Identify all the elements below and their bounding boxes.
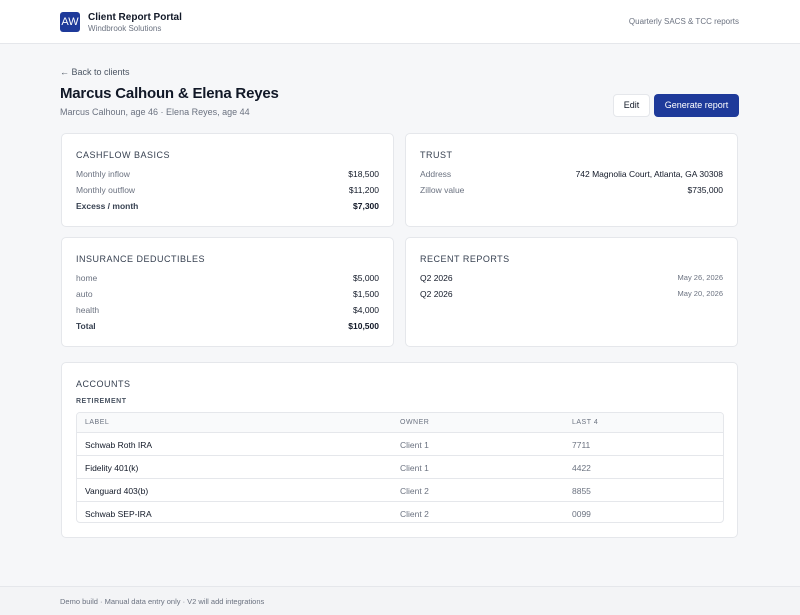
trust-card: TRUST Address 742 Magnolia Court, Atlant… xyxy=(405,133,738,227)
card-title: INSURANCE DEDUCTIBLES xyxy=(76,254,206,264)
back-to-clients-link[interactable]: ← Back to clients xyxy=(60,67,130,77)
account-owner: Client 2 xyxy=(400,509,429,519)
insurance-card: INSURANCE DEDUCTIBLES home $5,000 auto $… xyxy=(61,237,394,347)
row-value: $1,500 xyxy=(353,289,379,299)
row-value: $11,200 xyxy=(348,185,379,195)
account-last4: 8855 xyxy=(572,486,591,496)
footer-note: Demo build · Manual data entry only · V2… xyxy=(60,597,265,606)
account-last4: 0099 xyxy=(572,509,591,519)
client-ages: Marcus Calhoun, age 46 · Elena Reyes, ag… xyxy=(60,107,250,117)
report-date: May 20, 2026 xyxy=(677,289,723,298)
account-owner: Client 2 xyxy=(400,486,429,496)
accounts-table: LABEL OWNER LAST 4 Schwab Roth IRA Clien… xyxy=(76,412,724,523)
brand-logo: AW xyxy=(60,12,80,32)
cashflow-row: Monthly inflow $18,500 xyxy=(76,169,379,181)
report-label[interactable]: Q2 2026 xyxy=(420,273,453,283)
trust-row: Zillow value $735,000 xyxy=(420,185,723,197)
insurance-row: auto $1,500 xyxy=(76,289,379,301)
column-header-owner: OWNER xyxy=(400,419,430,426)
column-header-label: LABEL xyxy=(85,419,110,426)
row-label: Total xyxy=(76,321,96,331)
card-title: RECENT REPORTS xyxy=(420,254,510,264)
row-label: health xyxy=(76,305,100,315)
app-footer: Demo build · Manual data entry only · V2… xyxy=(0,586,800,615)
row-value: $5,000 xyxy=(353,273,379,283)
report-label[interactable]: Q2 2026 xyxy=(420,289,453,299)
insurance-row: home $5,000 xyxy=(76,273,379,285)
row-label: Monthly inflow xyxy=(76,169,130,179)
company-name: Windbrook Solutions xyxy=(88,24,162,33)
insurance-row: health $4,000 xyxy=(76,305,379,317)
account-label: Vanguard 403(b) xyxy=(85,486,149,496)
row-label: Excess / month xyxy=(76,201,139,211)
account-last4: 4422 xyxy=(572,463,591,473)
card-title: CASHFLOW BASICS xyxy=(76,150,171,160)
account-owner: Client 1 xyxy=(400,463,429,473)
app-title: Client Report Portal xyxy=(88,12,182,23)
table-row: Schwab SEP-IRA Client 2 0099 xyxy=(77,502,723,522)
app-header: AW Client Report Portal Windbrook Soluti… xyxy=(0,0,800,44)
table-row: Vanguard 403(b) Client 2 8855 xyxy=(77,479,723,502)
accounts-card: ACCOUNTS RETIREMENT LABEL OWNER LAST 4 S… xyxy=(61,362,738,538)
table-header: LABEL OWNER LAST 4 xyxy=(77,413,723,433)
header-tagline: Quarterly SACS & TCC reports xyxy=(628,17,739,26)
row-label: auto xyxy=(76,289,93,299)
page-title: Marcus Calhoun & Elena Reyes xyxy=(60,85,279,102)
row-label: Monthly outflow xyxy=(76,185,136,195)
edit-button[interactable]: Edit xyxy=(613,94,650,117)
report-item[interactable]: Q2 2026 May 20, 2026 xyxy=(420,289,723,301)
account-label: Schwab Roth IRA xyxy=(85,440,153,450)
cashflow-row-total: Excess / month $7,300 xyxy=(76,201,379,213)
row-value: 742 Magnolia Court, Atlanta, GA 30308 xyxy=(575,169,723,179)
column-header-last4: LAST 4 xyxy=(572,419,599,426)
generate-report-button[interactable]: Generate report xyxy=(654,94,739,117)
account-label: Schwab SEP-IRA xyxy=(85,509,152,519)
table-row: Fidelity 401(k) Client 1 4422 xyxy=(77,456,723,479)
report-item[interactable]: Q2 2026 May 26, 2026 xyxy=(420,273,723,285)
insurance-row-total: Total $10,500 xyxy=(76,321,379,333)
recent-reports-card: RECENT REPORTS Q2 2026 May 26, 2026 Q2 2… xyxy=(405,237,738,347)
card-title: ACCOUNTS xyxy=(76,379,131,389)
row-value: $735,000 xyxy=(687,185,723,195)
row-value: $4,000 xyxy=(353,305,379,315)
report-date: May 26, 2026 xyxy=(677,273,723,282)
row-value: $10,500 xyxy=(348,321,379,331)
section-heading: RETIREMENT xyxy=(76,398,127,405)
account-label: Fidelity 401(k) xyxy=(85,463,139,473)
row-value: $7,300 xyxy=(353,201,379,211)
row-label: Zillow value xyxy=(420,185,465,195)
account-owner: Client 1 xyxy=(400,440,429,450)
account-last4: 7711 xyxy=(572,440,591,450)
row-label: home xyxy=(76,273,98,283)
trust-row: Address 742 Magnolia Court, Atlanta, GA … xyxy=(420,169,723,181)
card-title: TRUST xyxy=(420,150,453,160)
cashflow-row: Monthly outflow $11,200 xyxy=(76,185,379,197)
table-row: Schwab Roth IRA Client 1 7711 xyxy=(77,433,723,456)
row-label: Address xyxy=(420,169,452,179)
cashflow-card: CASHFLOW BASICS Monthly inflow $18,500 M… xyxy=(61,133,394,227)
row-value: $18,500 xyxy=(348,169,379,179)
